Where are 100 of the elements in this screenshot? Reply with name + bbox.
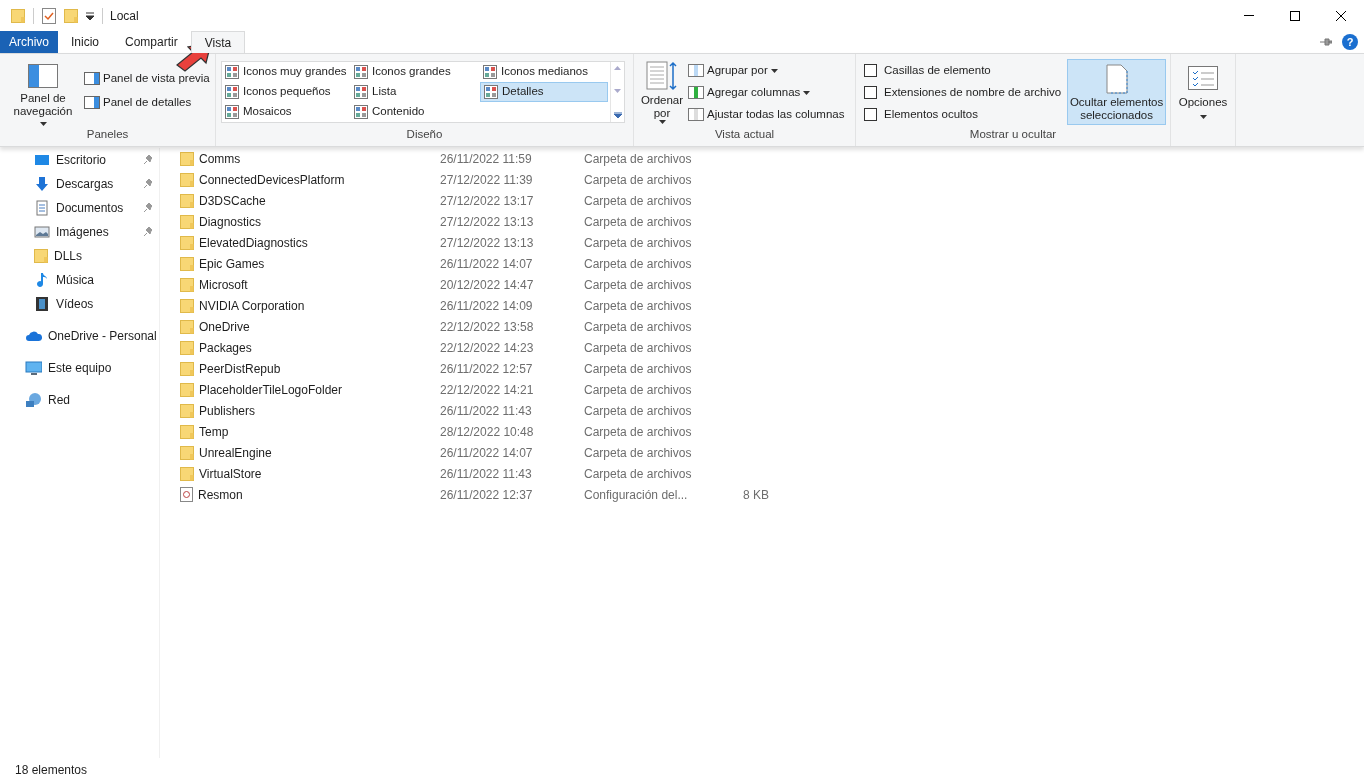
pane-icon (84, 96, 100, 110)
sidebar-item[interactable]: Música (0, 268, 159, 292)
folder-icon (180, 235, 194, 250)
checkbox[interactable] (864, 64, 877, 77)
window-title: Local (110, 7, 139, 25)
type-cell-text: Carpeta de archivos (584, 297, 693, 315)
properties-icon[interactable] (42, 7, 56, 24)
hide-selected-button[interactable]: Ocultar elementos seleccionados (1067, 59, 1167, 125)
navigation-pane-button[interactable]: Panel de navegación (6, 64, 80, 126)
date-cell-text: 26/11/2022 11:43 (440, 465, 533, 483)
checkbox-label: Extensiones de nombre de archivo (884, 84, 1062, 100)
checkbox[interactable] (864, 86, 877, 99)
folder-icon (180, 298, 194, 313)
folder-icon (180, 214, 194, 229)
file-name[interactable]: Comms (199, 149, 241, 168)
ribbon-tab[interactable]: Compartir (112, 31, 191, 53)
layout-option[interactable]: Iconos muy grandes (222, 62, 351, 82)
folder-icon (180, 193, 194, 208)
date-cell-text: 26/11/2022 14:07 (440, 444, 534, 462)
caret-icon (1199, 115, 1207, 120)
type-cell-text: Carpeta de archivos (584, 276, 693, 294)
sidebar-item[interactable]: Vídeos (0, 292, 159, 316)
hidden-file-icon (1105, 64, 1128, 94)
folder-icon (34, 249, 48, 263)
settings-file-icon (180, 487, 193, 502)
layout-option[interactable]: Iconos medianos (480, 62, 608, 82)
sort-by-button[interactable]: Ordenar por (640, 61, 684, 126)
layout-option[interactable]: Contenido (351, 102, 480, 122)
folder-icon (180, 466, 194, 481)
layout-option[interactable]: Detalles (480, 82, 608, 102)
layout-icon (483, 65, 497, 79)
file-name[interactable]: ConnectedDevicesPlatform (199, 170, 345, 189)
pane-icon (84, 72, 100, 86)
pin-icon[interactable] (1320, 37, 1332, 47)
sidebar-item[interactable]: Descargas (0, 172, 159, 196)
file-name[interactable]: Packages (199, 338, 252, 357)
file-name[interactable]: Publishers (199, 401, 256, 420)
ribbon-tab[interactable]: Inicio (58, 31, 113, 53)
file-name[interactable]: PlaceholderTileLogoFolder (199, 380, 342, 399)
sidebar-item[interactable]: OneDrive - Personal (0, 324, 159, 348)
group-label: Paneles (85, 127, 130, 142)
file-name[interactable]: UnrealEngine (199, 443, 272, 462)
customize-toolbar-icon[interactable] (86, 11, 94, 20)
layout-option[interactable]: Lista (351, 82, 480, 102)
layout-option[interactable]: Iconos grandes (351, 62, 480, 82)
view-option-button[interactable]: Agrupar por (688, 62, 845, 79)
layout-icon (484, 85, 498, 99)
layout-option[interactable]: Iconos pequeños (222, 82, 351, 102)
sidebar-item[interactable]: Red (0, 388, 159, 412)
file-name[interactable]: Epic Games (199, 254, 265, 273)
folder-icon (180, 382, 194, 397)
sidebar-item[interactable]: Imágenes (0, 220, 159, 244)
file-name[interactable]: Diagnostics (199, 212, 262, 231)
date-cell-text: 27/12/2022 13:17 (440, 192, 535, 210)
expand-gallery-icon[interactable] (613, 112, 622, 118)
date-cell-text: 27/12/2022 13:13 (440, 234, 535, 252)
file-name[interactable]: Resmon (198, 485, 243, 504)
sidebar-item[interactable]: Este equipo (0, 356, 159, 380)
view-option-button[interactable]: Ajustar todas las columnas (688, 106, 845, 123)
desktop-icon (34, 152, 50, 168)
size-cell-text: 8 KB (742, 486, 769, 504)
date-cell-text: 26/11/2022 11:43 (440, 402, 533, 420)
folder-icon (180, 403, 194, 418)
type-cell-text: Carpeta de archivos (584, 465, 693, 483)
checkbox[interactable] (864, 108, 877, 121)
file-name[interactable]: PeerDistRepub (199, 359, 281, 378)
group-label: Mostrar u ocultar (968, 126, 1058, 142)
pane-option-button[interactable]: Panel de detalles (84, 94, 210, 112)
layout-option[interactable]: Mosaicos (222, 102, 351, 122)
checkbox-label: Elementos ocultos (884, 106, 978, 122)
pane-option-button[interactable]: Panel de vista previa (84, 70, 210, 88)
sidebar-item[interactable]: Escritorio (0, 148, 159, 172)
type-cell-text: Carpeta de archivos (584, 171, 693, 189)
file-name[interactable]: ElevatedDiagnostics (199, 233, 308, 252)
document-icon (34, 200, 50, 216)
type-cell-text: Carpeta de archivos (584, 360, 693, 378)
file-name[interactable]: OneDrive (199, 317, 250, 336)
file-name[interactable]: Temp (199, 422, 229, 441)
file-name[interactable]: D3DSCache (199, 191, 266, 210)
view-option-button[interactable]: Agregar columnas (688, 84, 845, 101)
sidebar-item[interactable]: Documentos (0, 196, 159, 220)
layout-icon (354, 85, 368, 99)
layout-icon (225, 85, 239, 99)
layout-icon (354, 105, 368, 119)
sidebar-item[interactable]: DLLs (0, 244, 159, 268)
date-cell-text: 26/11/2022 14:09 (440, 297, 534, 315)
folder-icon (180, 361, 194, 376)
type-cell-text: Carpeta de archivos (584, 444, 693, 462)
options-button[interactable]: Opciones (1171, 54, 1235, 120)
help-button[interactable]: ? (1342, 34, 1358, 50)
ribbon-tab[interactable]: Vista (190, 31, 246, 53)
type-cell-text: Carpeta de archivos (584, 318, 693, 336)
navigation-pane-icon (28, 64, 58, 88)
file-name[interactable]: Microsoft (199, 275, 248, 294)
file-name[interactable]: VirtualStore (199, 464, 262, 483)
file-menu-tab[interactable]: Archivo (0, 31, 58, 53)
columns-icon (688, 85, 704, 100)
caret-icon (39, 122, 47, 126)
layout-icon (225, 105, 239, 119)
file-name[interactable]: NVIDIA Corporation (199, 296, 305, 315)
